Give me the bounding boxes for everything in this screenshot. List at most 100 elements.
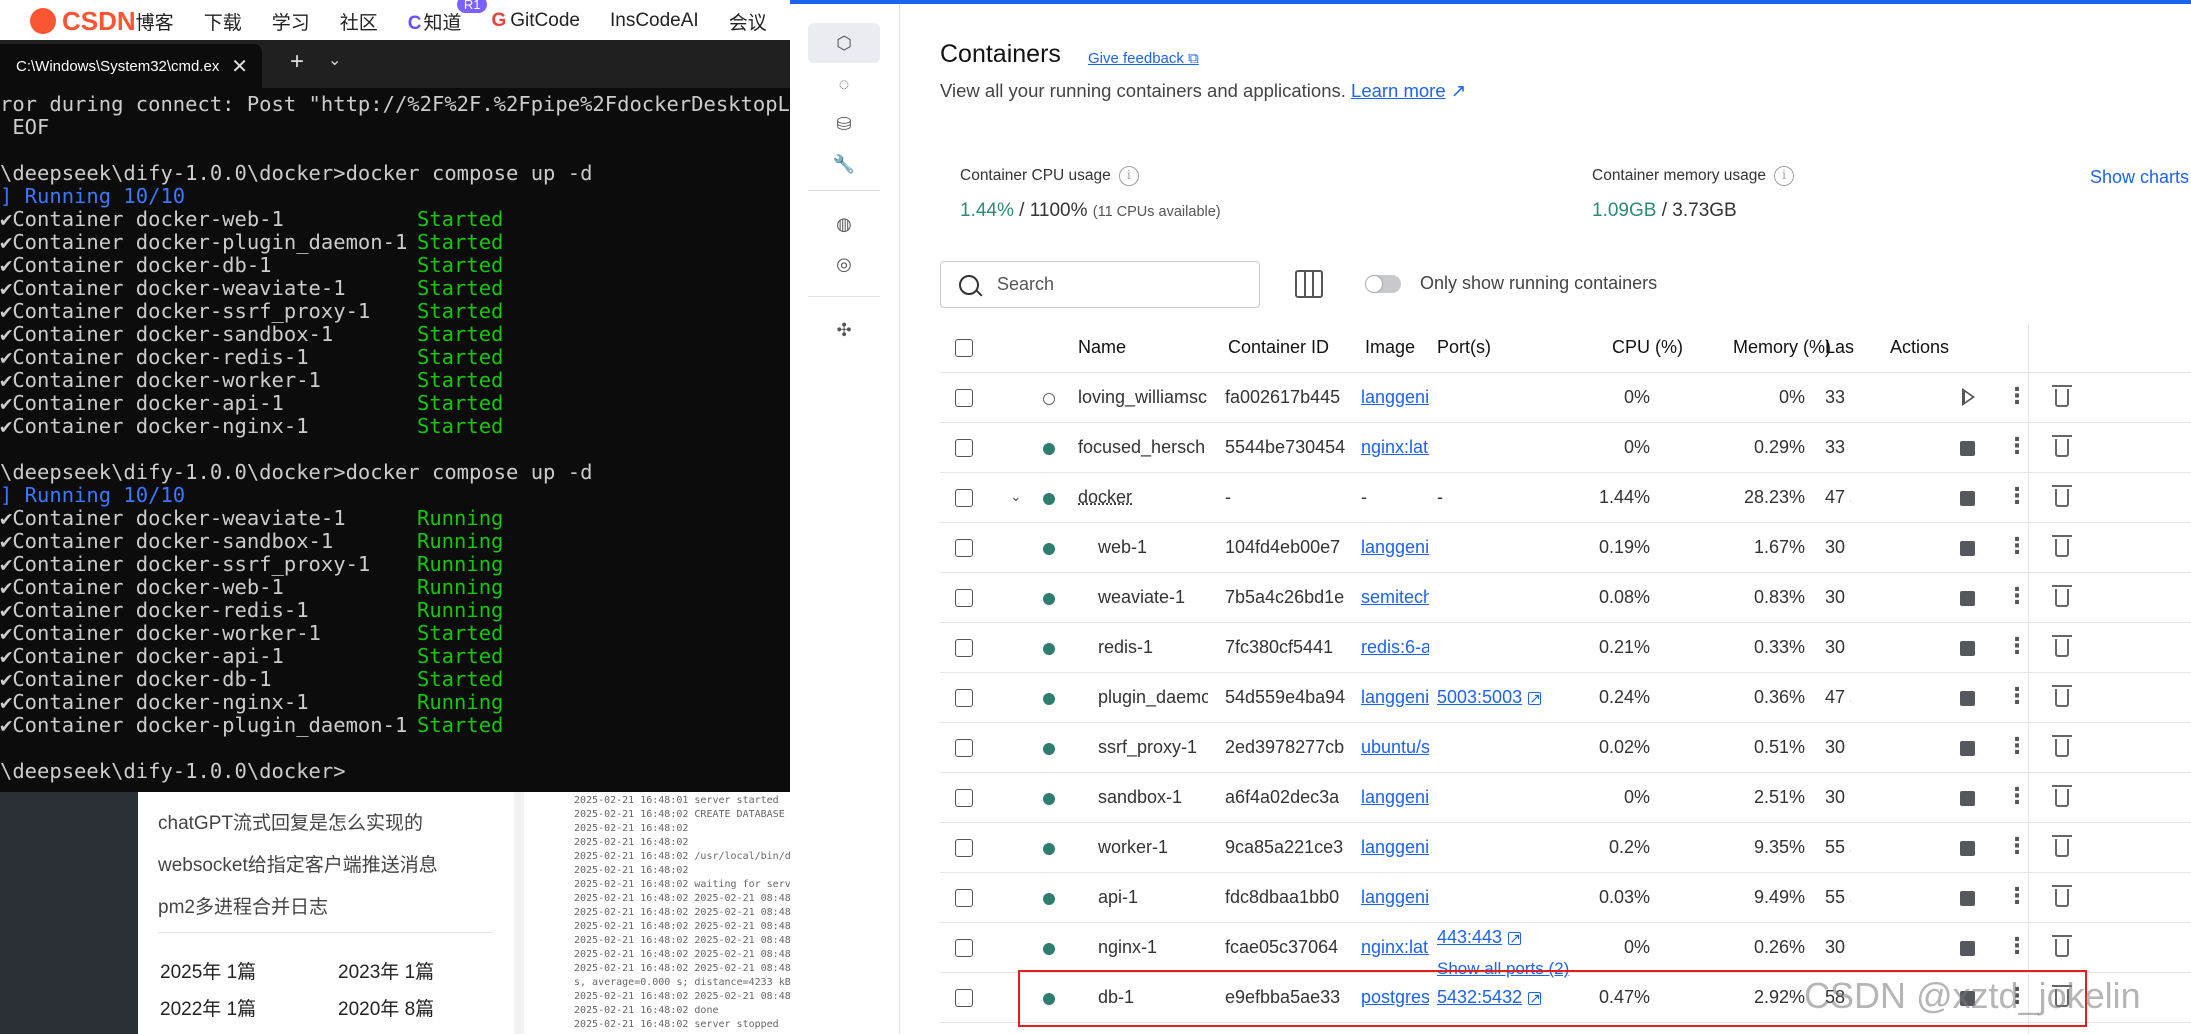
builds-nav-icon[interactable]: 🔧 bbox=[808, 144, 880, 184]
show-charts-link[interactable]: Show charts bbox=[2090, 167, 2189, 188]
nav-inscodeai[interactable]: InsCodeAI bbox=[610, 10, 699, 32]
more-actions-icon[interactable]: ⋮ bbox=[2006, 833, 2028, 859]
archive-item[interactable]: 2025年 1篇 bbox=[160, 957, 256, 984]
table-row[interactable]: sandbox-1 a6f4a02dec3a langgenius/0% 2.51% 3… bbox=[940, 773, 2191, 823]
trash-icon[interactable] bbox=[2052, 785, 2072, 807]
terminal-output[interactable]: ror during connect: Post "http://%2F%2F.… bbox=[0, 93, 790, 783]
trash-icon[interactable] bbox=[2052, 685, 2072, 707]
col-container-id[interactable]: Container ID bbox=[1228, 337, 1329, 358]
container-image-link[interactable]: langgenius/ bbox=[1361, 387, 1429, 408]
table-row[interactable]: focused_hersch 5544be730454 nginx:lates 0% 0… bbox=[940, 423, 2191, 473]
stop-icon[interactable] bbox=[1960, 491, 1975, 506]
nav-blog[interactable]: 博客 bbox=[136, 8, 174, 35]
row-checkbox[interactable] bbox=[955, 489, 973, 507]
trash-icon[interactable] bbox=[2052, 935, 2072, 957]
chevron-down-icon[interactable]: ⌄ bbox=[328, 50, 341, 70]
nav-download[interactable]: 下载 bbox=[204, 8, 242, 35]
col-image[interactable]: Image bbox=[1365, 337, 1415, 358]
stop-icon[interactable] bbox=[1960, 691, 1975, 706]
blog-link[interactable]: websocket给指定客户端推送消息 bbox=[158, 850, 438, 877]
more-actions-icon[interactable]: ⋮ bbox=[2006, 533, 2028, 559]
container-image-link[interactable]: langgenius/ bbox=[1361, 787, 1429, 808]
trash-icon[interactable] bbox=[2052, 435, 2072, 457]
container-name[interactable]: loving_williamsc bbox=[1078, 387, 1208, 408]
volumes-nav-icon[interactable]: ⛁ bbox=[808, 104, 880, 144]
more-actions-icon[interactable]: ⋮ bbox=[2006, 633, 2028, 659]
stop-icon[interactable] bbox=[1960, 591, 1975, 606]
container-name[interactable]: redis-1 bbox=[1098, 637, 1208, 658]
container-image-link[interactable]: ubuntu/squ bbox=[1361, 737, 1429, 758]
trash-icon[interactable] bbox=[2052, 385, 2072, 407]
info-icon[interactable]: i bbox=[1774, 166, 1795, 186]
stop-icon[interactable] bbox=[1960, 741, 1975, 756]
nav-zhidao[interactable]: C 知道 R1 bbox=[408, 0, 488, 35]
more-actions-icon[interactable]: ⋮ bbox=[2006, 883, 2028, 909]
archive-item[interactable]: 2020年 8篇 bbox=[338, 994, 434, 1021]
row-checkbox[interactable] bbox=[955, 389, 973, 407]
blog-link[interactable]: chatGPT流式回复是怎么实现的 bbox=[158, 808, 423, 835]
container-image-link[interactable]: langgenius/ bbox=[1361, 837, 1429, 858]
row-checkbox[interactable] bbox=[955, 639, 973, 657]
nav-learn[interactable]: 学习 bbox=[272, 8, 310, 35]
nav-community[interactable]: 社区 bbox=[340, 8, 378, 35]
row-checkbox[interactable] bbox=[955, 539, 973, 557]
trash-icon[interactable] bbox=[2052, 735, 2072, 757]
container-image-link[interactable]: nginx:lates bbox=[1361, 937, 1429, 958]
stop-icon[interactable] bbox=[1960, 841, 1975, 856]
port-link[interactable]: 443:443 ↗ bbox=[1437, 927, 1522, 948]
archive-item[interactable]: 2023年 1篇 bbox=[338, 957, 434, 984]
chevron-down-icon[interactable]: ⌄ bbox=[1010, 488, 1022, 505]
row-checkbox[interactable] bbox=[955, 939, 973, 957]
container-name[interactable]: sandbox-1 bbox=[1098, 787, 1208, 808]
stop-icon[interactable] bbox=[1960, 791, 1975, 806]
more-actions-icon[interactable]: ⋮ bbox=[2006, 383, 2028, 409]
col-last-started[interactable]: Las bbox=[1825, 337, 1854, 358]
table-row[interactable]: plugin_daemo 54d559e4ba94 langgenius/5003:… bbox=[940, 673, 2191, 723]
row-checkbox[interactable] bbox=[955, 689, 973, 707]
table-row[interactable]: api-1 fdc8dbaa1bb0 langgenius/0.03% 9.49% 55… bbox=[940, 873, 2191, 923]
terminal-tab[interactable]: C:\Windows\System32\cmd.ex ✕ bbox=[0, 44, 262, 88]
scout-nav-icon[interactable]: ◎ bbox=[808, 244, 880, 284]
col-name[interactable]: Name bbox=[1078, 337, 1126, 358]
container-image-link[interactable]: langgenius/ bbox=[1361, 887, 1429, 908]
table-row[interactable]: loving_williamsc fa002617b445 langgenius/0… bbox=[940, 373, 2191, 423]
trash-icon[interactable] bbox=[2052, 585, 2072, 607]
blog-link[interactable]: pm2多进程合并日志 bbox=[158, 892, 328, 919]
more-actions-icon[interactable]: ⋮ bbox=[2006, 683, 2028, 709]
trash-icon[interactable] bbox=[2052, 835, 2072, 857]
more-actions-icon[interactable]: ⋮ bbox=[2006, 483, 2028, 509]
row-checkbox[interactable] bbox=[955, 839, 973, 857]
new-tab-icon[interactable]: + bbox=[290, 48, 304, 76]
archive-item[interactable]: 2022年 1篇 bbox=[160, 994, 256, 1021]
container-image-link[interactable]: langgenius/ bbox=[1361, 537, 1429, 558]
col-cpu[interactable]: CPU (%) bbox=[1612, 337, 1683, 358]
columns-toggle-icon[interactable] bbox=[1295, 270, 1323, 298]
container-name[interactable]: focused_hersch bbox=[1078, 437, 1208, 458]
give-feedback-link[interactable]: Give feedback ⧉ bbox=[1088, 50, 1199, 67]
csdn-logo[interactable]: CSDN bbox=[30, 6, 136, 37]
container-name[interactable]: docker bbox=[1078, 487, 1208, 508]
row-checkbox[interactable] bbox=[955, 889, 973, 907]
port-link[interactable]: 5003:5003 ↗ bbox=[1437, 687, 1542, 708]
more-actions-icon[interactable]: ⋮ bbox=[2006, 783, 2028, 809]
stop-icon[interactable] bbox=[1960, 891, 1975, 906]
more-actions-icon[interactable]: ⋮ bbox=[2006, 433, 2028, 459]
row-checkbox[interactable] bbox=[955, 739, 973, 757]
container-name[interactable]: nginx-1 bbox=[1098, 937, 1208, 958]
container-name[interactable]: ssrf_proxy-1 bbox=[1098, 737, 1208, 758]
table-row[interactable]: weaviate-1 7b5a4c26bd1e semitechno 0.08% 0.8… bbox=[940, 573, 2191, 623]
more-actions-icon[interactable]: ⋮ bbox=[2006, 733, 2028, 759]
container-image-link[interactable]: nginx:lates bbox=[1361, 437, 1429, 458]
trash-icon[interactable] bbox=[2052, 485, 2072, 507]
trash-icon[interactable] bbox=[2052, 885, 2072, 907]
table-row[interactable]: web-1 104fd4eb00e7 langgenius/0.19% 1.67% 30… bbox=[940, 523, 2191, 573]
container-image-link[interactable]: redis:6-alpi bbox=[1361, 637, 1429, 658]
learn-more-link[interactable]: Learn more bbox=[1351, 80, 1446, 101]
row-checkbox[interactable] bbox=[955, 439, 973, 457]
table-row[interactable]: ssrf_proxy-1 2ed3978277cb ubuntu/squ 0.02% 0… bbox=[940, 723, 2191, 773]
container-image-link[interactable]: langgenius/ bbox=[1361, 687, 1429, 708]
docker-hub-nav-icon[interactable]: ◍ bbox=[808, 204, 880, 244]
container-name[interactable]: weaviate-1 bbox=[1098, 587, 1208, 608]
more-actions-icon[interactable]: ⋮ bbox=[2006, 583, 2028, 609]
select-all-checkbox[interactable] bbox=[955, 339, 973, 357]
